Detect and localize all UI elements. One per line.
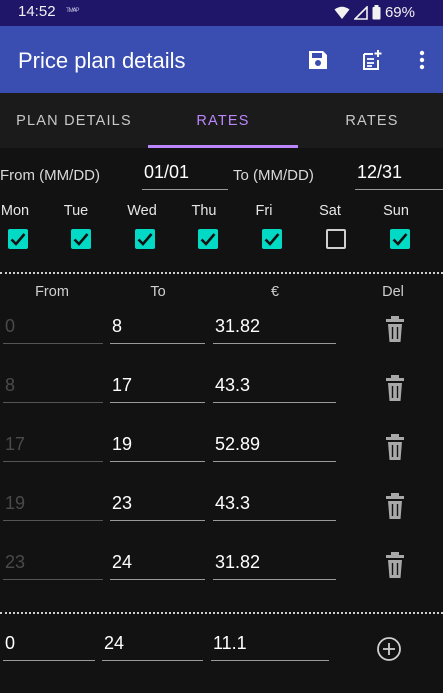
from-date-label: From (MM/DD) (0, 167, 100, 184)
notification-icon: ᵀᴹᴬᴾ (66, 6, 79, 16)
page-title: Price plan details (18, 48, 186, 73)
check-icon (73, 233, 89, 246)
delete-row-button[interactable] (385, 552, 405, 578)
tab-indicator (148, 145, 298, 148)
trash-icon (386, 375, 404, 401)
rate-from-field: 0 (3, 316, 103, 344)
day-label-mon: Mon (0, 203, 30, 219)
save-icon (309, 51, 327, 69)
day-label-sat: Sat (319, 203, 341, 219)
rate-to-field[interactable]: 19 (110, 434, 205, 462)
check-icon (264, 233, 280, 246)
day-label-fri: Fri (255, 203, 273, 219)
rate-from-field: 17 (3, 434, 103, 462)
trash-icon (386, 434, 404, 460)
rate-to-field[interactable]: 8 (110, 316, 205, 344)
checkbox-fri[interactable] (262, 229, 282, 249)
delete-row-button[interactable] (385, 375, 405, 401)
status-time: 14:52 (18, 3, 56, 20)
add-row-button[interactable] (376, 636, 402, 662)
rate-price-field[interactable]: 31.82 (213, 316, 336, 344)
rate-to-field[interactable]: 17 (110, 375, 205, 403)
checkbox-sun[interactable] (390, 229, 410, 249)
add-note-icon (363, 50, 382, 70)
more-vertical-icon (419, 50, 425, 70)
rate-to-field[interactable]: 23 (110, 493, 205, 521)
rate-price-field[interactable]: 43.3 (213, 493, 336, 521)
to-date-label: To (MM/DD) (233, 167, 314, 184)
new-from-field[interactable]: 0 (3, 633, 95, 661)
wifi-icon (334, 6, 350, 20)
day-label-sun: Sun (383, 203, 409, 219)
trash-icon (386, 552, 404, 578)
battery-icon (372, 5, 381, 20)
column-header-to: To (150, 284, 166, 300)
to-date-field[interactable]: 12/31 (355, 162, 443, 190)
battery-percent: 69% (384, 4, 415, 21)
tab-rates[interactable]: RATES (148, 93, 298, 148)
checkbox-mon[interactable] (8, 229, 28, 249)
day-label-wed: Wed (127, 203, 157, 219)
rate-from-field: 19 (3, 493, 103, 521)
status-bar: 14:52 ᵀᴹᴬᴾ 69% (0, 0, 443, 26)
save-button[interactable] (304, 46, 332, 74)
delete-row-button[interactable] (385, 434, 405, 460)
trash-icon (386, 493, 404, 519)
check-icon (392, 233, 408, 246)
day-label-tue: Tue (63, 203, 89, 219)
rate-price-field[interactable]: 43.3 (213, 375, 336, 403)
trash-icon (386, 316, 404, 342)
new-price-field[interactable]: 11.1 (211, 633, 329, 661)
tab-rates-2[interactable]: RATES (298, 93, 443, 148)
day-label-thu: Thu (191, 203, 217, 219)
rate-price-field[interactable]: 31.82 (213, 552, 336, 580)
add-circle-icon (377, 637, 401, 661)
rate-from-field: 23 (3, 552, 103, 580)
signal-icon (353, 5, 368, 20)
rate-to-field[interactable]: 24 (110, 552, 205, 580)
tab-plan-details[interactable]: PLAN DETAILS (0, 93, 148, 148)
new-row-divider (0, 612, 443, 614)
system-icons: 69% (334, 4, 415, 21)
from-date-field[interactable]: 01/01 (142, 162, 228, 190)
rate-from-field: 8 (3, 375, 103, 403)
checkbox-sat[interactable] (326, 229, 346, 249)
more-options-button[interactable] (408, 46, 436, 74)
tab-bar: PLAN DETAILS RATES RATES (0, 93, 443, 148)
add-entry-button[interactable] (358, 46, 386, 74)
delete-row-button[interactable] (385, 493, 405, 519)
checkbox-wed[interactable] (135, 229, 155, 249)
column-header-delete: Del (382, 284, 404, 300)
rate-price-field[interactable]: 52.89 (213, 434, 336, 462)
new-to-field[interactable]: 24 (102, 633, 203, 661)
section-divider (0, 272, 443, 274)
checkbox-tue[interactable] (71, 229, 91, 249)
column-header-from: From (35, 284, 69, 300)
app-bar: Price plan details (0, 26, 443, 93)
check-icon (137, 233, 153, 246)
check-icon (200, 233, 216, 246)
column-header-price: € (270, 284, 280, 300)
check-icon (10, 233, 26, 246)
delete-row-button[interactable] (385, 316, 405, 342)
checkbox-thu[interactable] (198, 229, 218, 249)
